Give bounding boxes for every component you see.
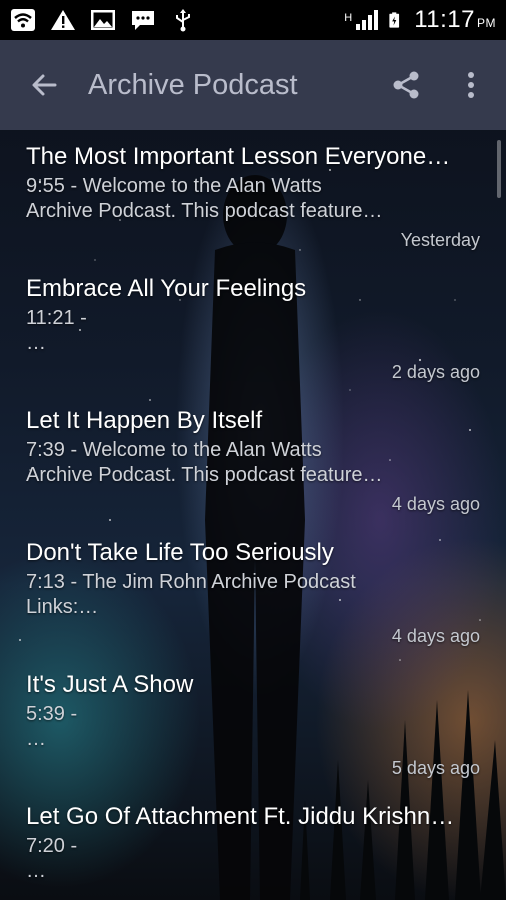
episode-description: 7:39 - Welcome to the Alan Watts Archive…	[26, 438, 456, 488]
episode-desc-line2: …	[26, 332, 46, 354]
episode-description: 5:39 - …	[26, 702, 456, 752]
warning-icon	[51, 10, 75, 30]
clock-ampm: PM	[477, 16, 496, 30]
episode-desc-line2: Archive Podcast. This podcast feature…	[26, 464, 383, 486]
status-bar: H 11:17 PM	[0, 0, 506, 40]
episode-desc-line1: 7:20 -	[26, 835, 78, 857]
episode-title: It's Just A Show	[26, 671, 194, 698]
overflow-menu-button[interactable]	[436, 40, 506, 130]
episode-date: 4 days ago	[391, 626, 480, 646]
episode-desc-line1: 5:39 -	[26, 703, 78, 725]
image-icon	[91, 10, 115, 30]
episode-item[interactable]: Embrace All Your Feelings 11:21 - … 2 da…	[0, 262, 506, 394]
episode-date: 4 days ago	[391, 494, 480, 514]
share-button[interactable]	[376, 40, 436, 130]
episode-description: 7:13 - The Jim Rohn Archive Podcast Link…	[26, 570, 456, 620]
episode-description: 9:55 - Welcome to the Alan Watts Archive…	[26, 174, 456, 224]
clock: 11:17 PM	[414, 6, 496, 34]
episode-desc-line1: 9:55 - Welcome to the Alan Watts	[26, 175, 322, 197]
network-type-label: H	[344, 12, 353, 24]
episode-date: 2 days ago	[391, 362, 480, 382]
episode-desc-line2: …	[26, 728, 46, 750]
list-scrollbar[interactable]	[497, 140, 501, 198]
back-button[interactable]	[0, 40, 88, 130]
episode-list[interactable]: The Most Important Lesson Everyone… 9:55…	[0, 130, 506, 900]
episode-title: Embrace All Your Feelings	[26, 275, 307, 302]
episode-title: The Most Important Lesson Everyone…	[26, 143, 451, 170]
episode-description: 11:21 - …	[26, 306, 456, 356]
episode-desc-line2: …	[26, 860, 46, 882]
episode-title: Let Go Of Attachment Ft. Jiddu Krishn…	[26, 803, 455, 830]
episode-desc-line2: Archive Podcast. This podcast feature…	[26, 200, 383, 222]
episode-desc-line1: 7:13 - The Jim Rohn Archive Podcast	[26, 571, 356, 593]
arrow-left-icon	[32, 74, 57, 96]
episode-item[interactable]: It's Just A Show 5:39 - … 5 days ago	[0, 658, 506, 790]
usb-icon	[176, 9, 190, 32]
message-icon	[132, 11, 154, 30]
episode-desc-line1: 7:39 - Welcome to the Alan Watts	[26, 439, 322, 461]
episode-date: 5 days ago	[391, 758, 480, 778]
page-title: Archive Podcast	[88, 68, 298, 101]
signal-icon	[356, 10, 379, 30]
battery-icon	[389, 12, 400, 28]
episode-item[interactable]: Don't Take Life Too Seriously 7:13 - The…	[0, 526, 506, 658]
share-icon	[393, 71, 419, 99]
wifi-icon	[11, 9, 35, 31]
episode-desc-line1: 11:21 -	[26, 307, 87, 329]
episode-date: Yesterday	[400, 230, 480, 250]
episode-description: 7:20 - …	[26, 834, 456, 884]
app-bar: Archive Podcast	[0, 40, 506, 130]
episode-item[interactable]: Let Go Of Attachment Ft. Jiddu Krishn… 7…	[0, 790, 506, 900]
overflow-menu-icon	[468, 72, 474, 98]
episode-item[interactable]: Let It Happen By Itself 7:39 - Welcome t…	[0, 394, 506, 526]
episode-item[interactable]: The Most Important Lesson Everyone… 9:55…	[0, 130, 506, 262]
episode-title: Let It Happen By Itself	[26, 407, 263, 434]
episode-title: Don't Take Life Too Seriously	[26, 539, 334, 566]
clock-time: 11:17	[414, 6, 475, 33]
episode-desc-line2: Links:…	[26, 596, 99, 618]
